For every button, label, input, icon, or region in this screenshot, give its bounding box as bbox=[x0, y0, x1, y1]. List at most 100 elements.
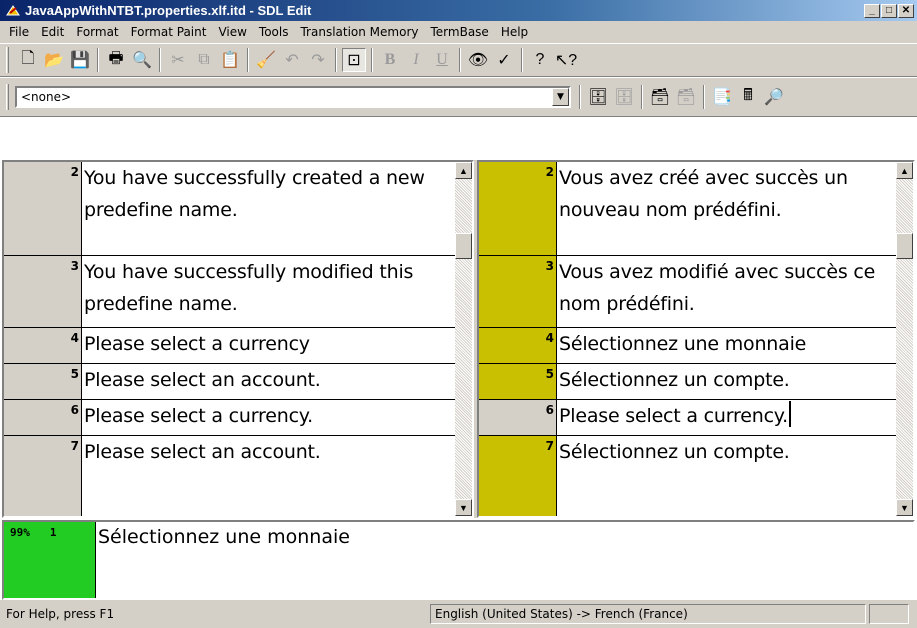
menu-format-paint[interactable]: Format Paint bbox=[125, 25, 213, 39]
filter-value: <none> bbox=[21, 90, 72, 104]
search-tm-icon[interactable]: 🔎 bbox=[762, 85, 786, 109]
table-row[interactable]: 4 Sélectionnez une monnaie bbox=[479, 328, 896, 364]
menu-bar: File Edit Format Format Paint View Tools… bbox=[0, 21, 917, 43]
context-help-icon[interactable]: ↖? bbox=[554, 48, 578, 72]
preview-eye-icon[interactable]: 👁 bbox=[466, 48, 490, 72]
segment-number: 3 bbox=[4, 256, 82, 327]
restore-source-icon[interactable]: 🗃 bbox=[674, 85, 698, 109]
active-target-text[interactable]: Please select a currency. bbox=[557, 400, 896, 435]
open-folder-icon[interactable]: 📂 bbox=[42, 48, 66, 72]
copy-source-icon[interactable]: 📑 bbox=[710, 85, 734, 109]
table-row[interactable]: 3 You have successfully modified this pr… bbox=[4, 256, 455, 328]
source-text[interactable]: Please select a currency. bbox=[82, 400, 455, 435]
save-icon[interactable]: 💾 bbox=[68, 48, 92, 72]
segment-number: 5 bbox=[4, 364, 82, 399]
match-score: 99% bbox=[10, 526, 30, 539]
filter-dropdown[interactable]: <none> ▼ bbox=[15, 86, 571, 108]
table-row[interactable]: 4 Please select a currency bbox=[4, 328, 455, 364]
cut-icon[interactable]: ✂ bbox=[166, 48, 190, 72]
clean-icon[interactable]: 🧹 bbox=[254, 48, 278, 72]
target-text[interactable]: Sélectionnez une monnaie bbox=[557, 328, 896, 363]
sdl-app-icon[interactable] bbox=[5, 3, 21, 19]
segment-number: 4 bbox=[479, 328, 557, 363]
menu-file[interactable]: File bbox=[3, 25, 35, 39]
window-title: JavaAppWithNTBT.properties.xlf.itd - SDL… bbox=[25, 3, 312, 18]
print-icon[interactable]: 🖶 bbox=[104, 48, 128, 72]
tm-match-pane[interactable]: 99% 1 Sélectionnez une monnaie bbox=[2, 520, 915, 600]
segment-number: 7 bbox=[4, 436, 82, 516]
segment-number: 4 bbox=[4, 328, 82, 363]
menu-help[interactable]: Help bbox=[495, 25, 534, 39]
chevron-down-icon[interactable]: ▼ bbox=[552, 88, 569, 106]
status-bar: For Help, press F1 English (United State… bbox=[0, 600, 917, 628]
table-row[interactable]: 7 Sélectionnez un compte. bbox=[479, 436, 896, 516]
tag-display-icon[interactable]: ⊡ bbox=[342, 48, 366, 72]
table-row[interactable]: 7 Please select an account. bbox=[4, 436, 455, 516]
target-text[interactable]: Vous avez modifié avec succès ce nom pré… bbox=[557, 256, 896, 327]
translate-to-fuzzy-icon[interactable]: 🗃 bbox=[648, 85, 672, 109]
redo-icon[interactable]: ↷ bbox=[306, 48, 330, 72]
source-text[interactable]: Please select a currency bbox=[82, 328, 455, 363]
spellcheck-icon[interactable]: ✓ bbox=[492, 48, 516, 72]
scroll-up-icon[interactable]: ▲ bbox=[455, 162, 472, 179]
source-text[interactable]: Please select an account. bbox=[82, 364, 455, 399]
scroll-up-icon[interactable]: ▲ bbox=[896, 162, 913, 179]
source-text[interactable]: You have successfully modified this pred… bbox=[82, 256, 455, 327]
menu-tools[interactable]: Tools bbox=[253, 25, 295, 39]
target-text[interactable]: Sélectionnez un compte. bbox=[557, 436, 896, 516]
source-scrollbar[interactable]: ▲ ▼ bbox=[455, 162, 472, 516]
table-row[interactable]: 2 You have successfully created a new pr… bbox=[4, 162, 455, 256]
scroll-down-icon[interactable]: ▼ bbox=[455, 499, 472, 516]
standard-toolbar: 🗋 📂 💾 🖶 🔍 ✂ ⧉ 📋 🧹 ↶ ↷ ⊡ B I U 👁 ✓ ? ↖? bbox=[0, 43, 917, 77]
undo-icon[interactable]: ↶ bbox=[280, 48, 304, 72]
target-pane[interactable]: 2 Vous avez créé avec succès un nouveau … bbox=[477, 160, 915, 518]
table-row[interactable]: 6 Please select a currency. bbox=[479, 400, 896, 436]
toolbar-grip[interactable] bbox=[6, 84, 9, 110]
menu-edit[interactable]: Edit bbox=[35, 25, 70, 39]
source-text[interactable]: You have successfully created a new pred… bbox=[82, 162, 455, 255]
target-segment-list: 2 Vous avez créé avec succès un nouveau … bbox=[479, 162, 896, 516]
toolbar-grip[interactable] bbox=[6, 47, 9, 73]
table-row[interactable]: 5 Sélectionnez un compte. bbox=[479, 364, 896, 400]
close-button[interactable]: ✕ bbox=[898, 3, 914, 18]
segment-number: 6 bbox=[4, 400, 82, 435]
source-segment-list: 2 You have successfully created a new pr… bbox=[4, 162, 455, 516]
italic-icon[interactable]: I bbox=[404, 48, 428, 72]
table-row[interactable]: 5 Please select an account. bbox=[4, 364, 455, 400]
status-help-text: For Help, press F1 bbox=[6, 607, 115, 621]
status-extra-panel bbox=[869, 604, 909, 624]
table-row[interactable]: 3 Vous avez modifié avec succès ce nom p… bbox=[479, 256, 896, 328]
table-row[interactable]: 2 Vous avez créé avec succès un nouveau … bbox=[479, 162, 896, 256]
match-score-cell: 99% 1 bbox=[4, 522, 96, 598]
copy-icon[interactable]: ⧉ bbox=[192, 48, 216, 72]
menu-view[interactable]: View bbox=[212, 25, 252, 39]
table-row[interactable]: 6 Please select a currency. bbox=[4, 400, 455, 436]
match-text[interactable]: Sélectionnez une monnaie bbox=[96, 522, 913, 598]
window-controls: _ □ ✕ bbox=[863, 3, 914, 18]
target-text[interactable]: Vous avez créé avec succès un nouveau no… bbox=[557, 162, 896, 255]
close-segment-icon[interactable]: 🗄 bbox=[612, 85, 636, 109]
underline-icon[interactable]: U bbox=[430, 48, 454, 72]
maximize-button[interactable]: □ bbox=[881, 3, 897, 18]
target-scrollbar[interactable]: ▲ ▼ bbox=[896, 162, 913, 516]
scroll-down-icon[interactable]: ▼ bbox=[896, 499, 913, 516]
source-text[interactable]: Please select an account. bbox=[82, 436, 455, 516]
new-document-icon[interactable]: 🗋 bbox=[16, 48, 40, 72]
help-icon[interactable]: ? bbox=[528, 48, 552, 72]
segment-number: 7 bbox=[479, 436, 557, 516]
open-get-icon[interactable]: 🗄 bbox=[586, 85, 610, 109]
target-text[interactable]: Sélectionnez un compte. bbox=[557, 364, 896, 399]
menu-translation-memory[interactable]: Translation Memory bbox=[294, 25, 424, 39]
scroll-thumb[interactable] bbox=[455, 233, 472, 259]
print-preview-icon[interactable]: 🔍 bbox=[130, 48, 154, 72]
scroll-thumb[interactable] bbox=[896, 233, 913, 259]
menu-format[interactable]: Format bbox=[70, 25, 124, 39]
bold-icon[interactable]: B bbox=[378, 48, 402, 72]
minimize-button[interactable]: _ bbox=[864, 3, 880, 18]
match-number: 1 bbox=[49, 526, 57, 539]
source-pane[interactable]: 2 You have successfully created a new pr… bbox=[2, 160, 474, 518]
menu-termbase[interactable]: TermBase bbox=[425, 25, 495, 39]
paste-icon[interactable]: 📋 bbox=[218, 48, 242, 72]
segment-number: 6 bbox=[479, 400, 557, 435]
concordance-icon[interactable]: 🖩 bbox=[736, 85, 760, 109]
